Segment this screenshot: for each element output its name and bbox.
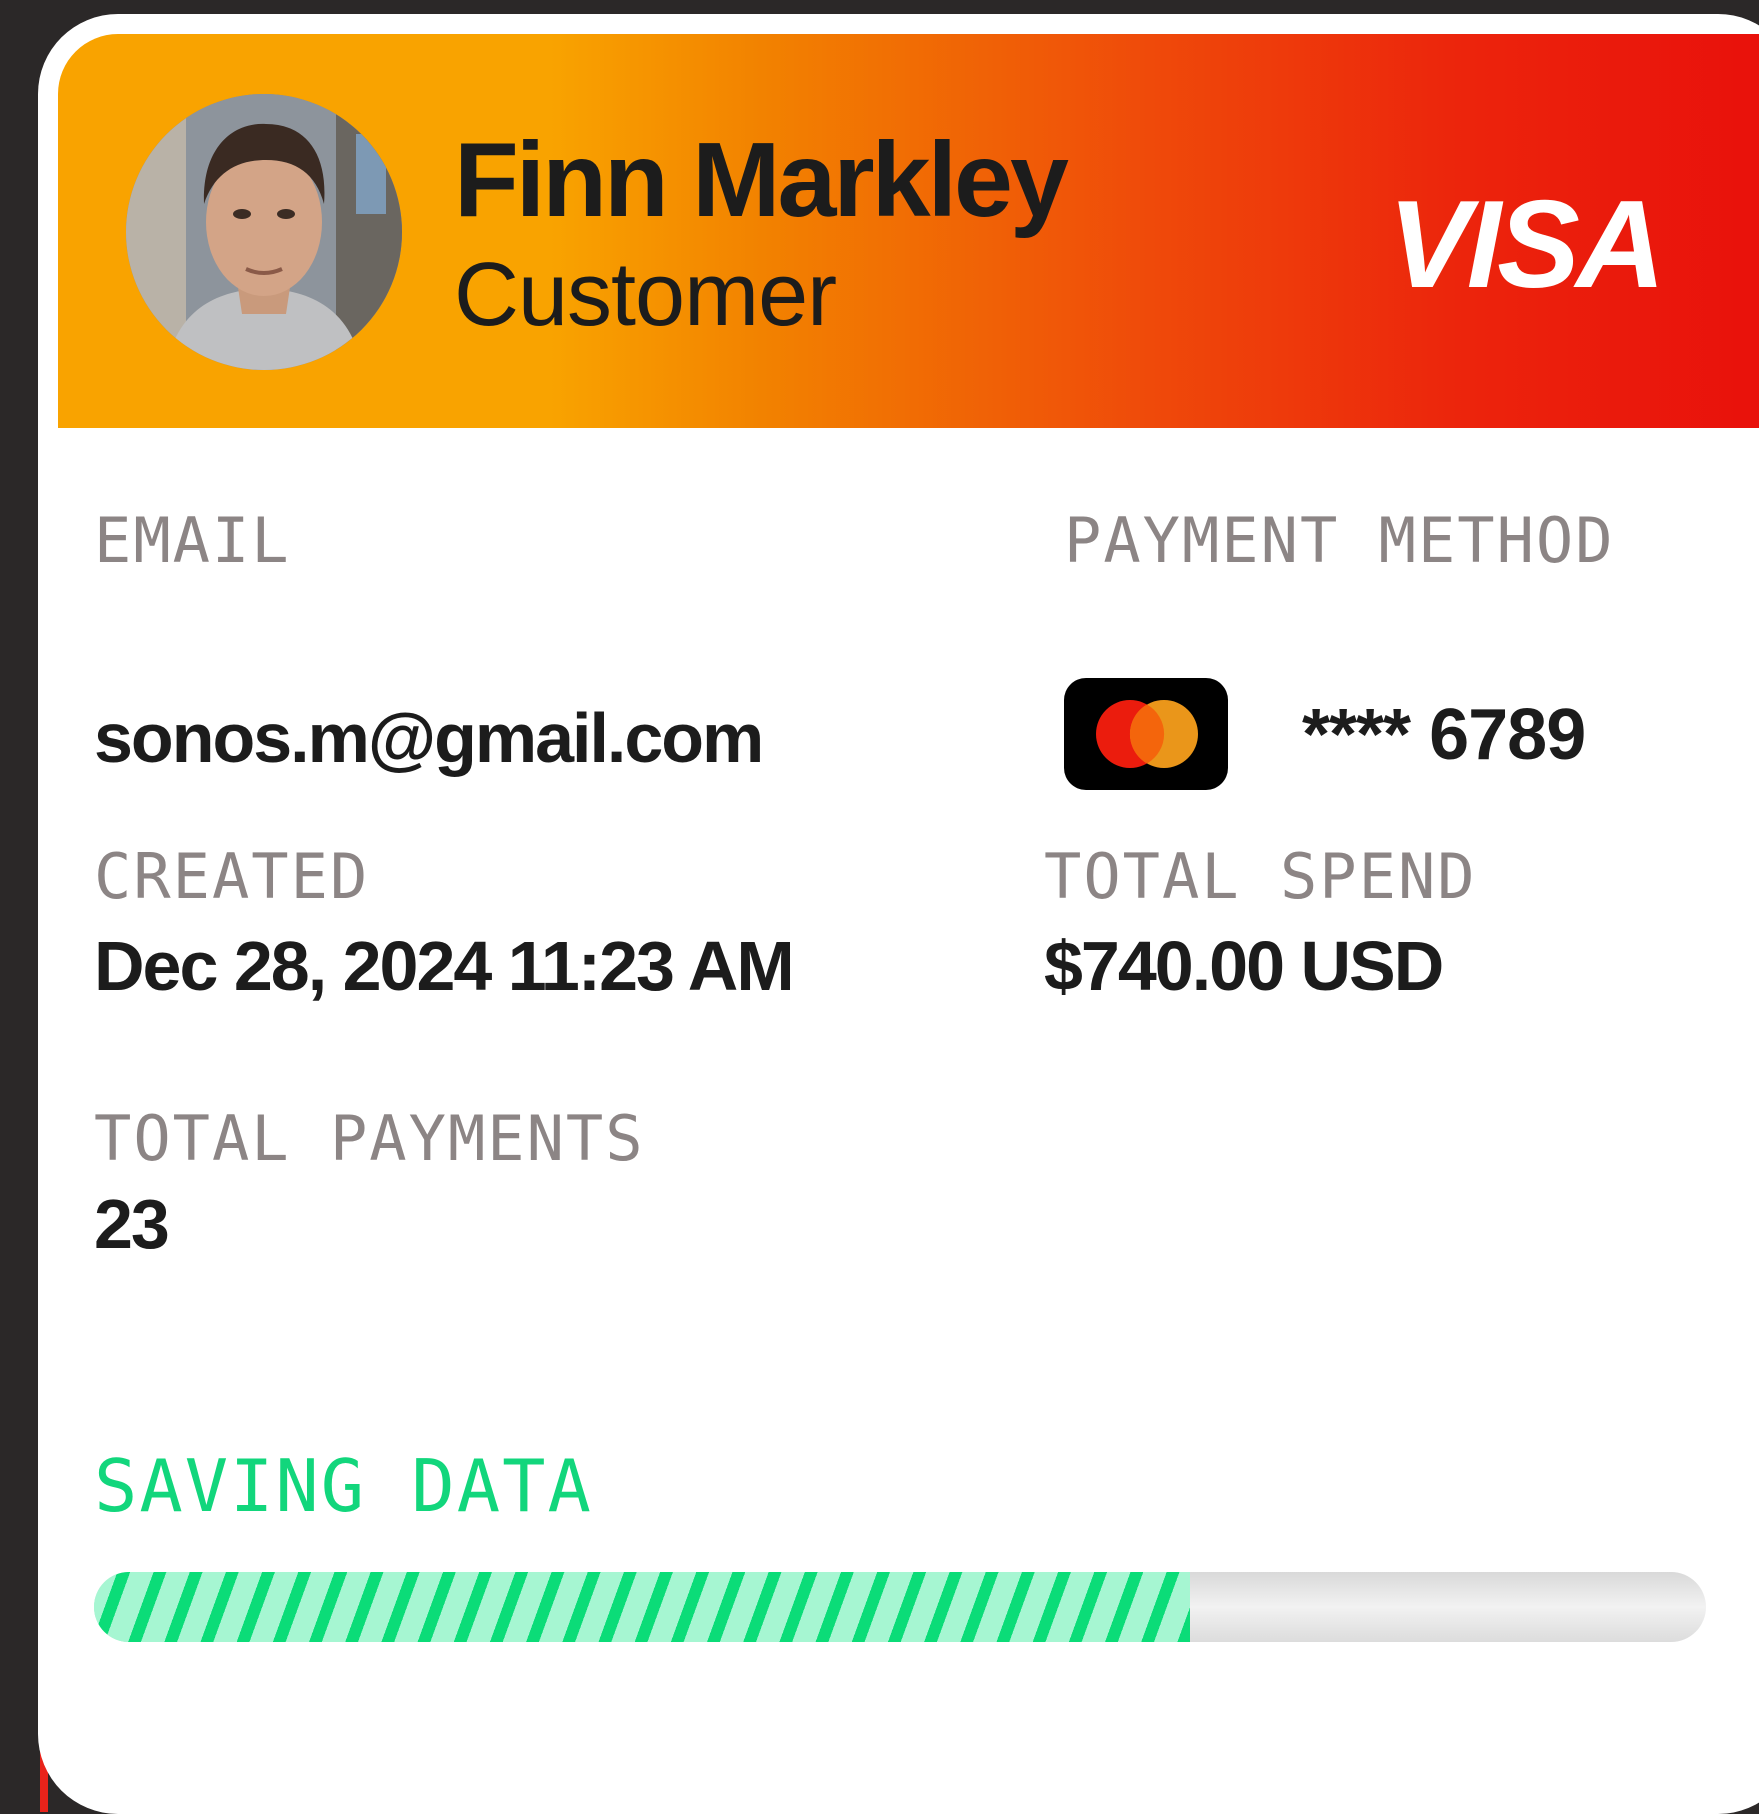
saving-status-label: SAVING DATA	[94, 1444, 593, 1528]
total-payments-value: 23	[94, 1185, 170, 1263]
total-spend-label: TOTAL SPEND	[1044, 840, 1477, 913]
customer-role: Customer	[454, 245, 837, 345]
email-label: EMAIL	[94, 504, 291, 577]
customer-card: Finn Markley Customer VISA EMAIL sonos.m…	[38, 14, 1759, 1814]
total-payments-label: TOTAL PAYMENTS	[94, 1102, 645, 1175]
payment-method-label: PAYMENT METHOD	[1064, 504, 1615, 577]
customer-name: Finn Markley	[454, 121, 1069, 239]
created-value: Dec 28, 2024 11:23 AM	[94, 927, 795, 1005]
visa-logo: VISA	[1388, 176, 1665, 314]
created-label: CREATED	[94, 840, 370, 913]
avatar	[126, 94, 402, 370]
card-header: Finn Markley Customer VISA	[58, 34, 1759, 428]
total-spend-value: $740.00 USD	[1044, 927, 1444, 1005]
mastercard-icon	[1064, 678, 1228, 790]
saving-progress-bar	[94, 1572, 1706, 1642]
card-number-masked: **** 6789	[1302, 695, 1586, 775]
saving-progress-fill	[94, 1572, 1191, 1642]
email-value[interactable]: sonos.m@gmail.com	[94, 698, 764, 778]
avatar-photo	[126, 94, 402, 370]
